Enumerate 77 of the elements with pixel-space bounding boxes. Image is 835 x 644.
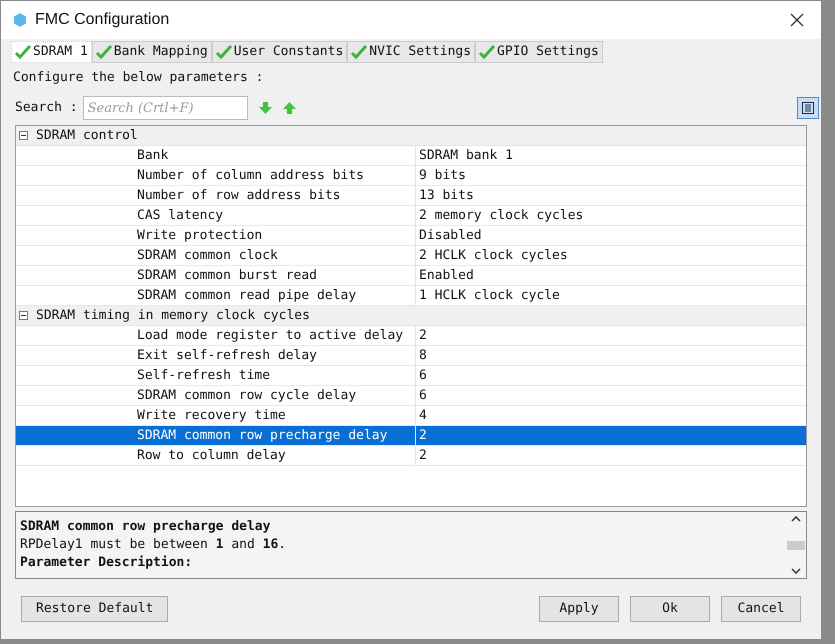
dialog-button[interactable]: Ok xyxy=(630,596,710,622)
scroll-up-icon[interactable] xyxy=(791,516,801,522)
group-row[interactable]: SDRAM control xyxy=(16,126,806,146)
tab[interactable]: GPIO Settings xyxy=(475,41,603,63)
window-title: FMC Configuration xyxy=(35,10,170,30)
check-icon xyxy=(216,45,232,59)
parameter-value: Disabled xyxy=(418,226,482,245)
parameter-name: CAS latency xyxy=(16,206,416,225)
scroll-thumb[interactable] xyxy=(787,540,805,550)
group-row[interactable]: SDRAM timing in memory clock cycles xyxy=(16,306,806,326)
search-label: Search : xyxy=(15,99,78,118)
search-field[interactable]: Search (Crtl+F) xyxy=(82,96,248,120)
list-icon xyxy=(802,102,814,114)
parameter-row[interactable]: SDRAM common burst read Enabled xyxy=(16,266,806,286)
parameter-row[interactable]: Load mode register to active delay 2 xyxy=(16,326,806,346)
parameter-row[interactable]: Bank SDRAM bank 1 xyxy=(16,146,806,166)
description-heading: Parameter Description: xyxy=(20,554,194,572)
parameter-value: 9 bits xyxy=(418,166,466,185)
parameter-value: 1 HCLK clock cycle xyxy=(418,286,560,305)
parameter-name: SDRAM common clock xyxy=(16,246,416,265)
tab[interactable]: Bank Mapping xyxy=(92,41,212,63)
parameter-name: Number of row address bits xyxy=(16,186,416,205)
parameter-name: SDRAM common burst read xyxy=(16,266,416,285)
parameter-row[interactable]: Number of column address bits 9 bits xyxy=(16,166,806,186)
tab[interactable]: User Constants xyxy=(212,41,348,63)
parameter-value: 8 xyxy=(418,346,427,365)
parameter-name: Exit self-refresh delay xyxy=(16,346,416,365)
parameter-row[interactable]: CAS latency 2 memory clock cycles xyxy=(16,206,806,226)
list-view-button[interactable] xyxy=(797,97,819,119)
parameter-name: Row to column delay xyxy=(16,446,416,465)
parameter-value: 2 xyxy=(418,446,427,465)
parameter-row[interactable]: Write protection Disabled xyxy=(16,226,806,246)
check-icon xyxy=(351,45,368,59)
close-icon xyxy=(790,13,804,27)
parameter-row[interactable]: Number of row address bits 13 bits xyxy=(16,186,806,206)
parameter-value: 6 xyxy=(418,366,427,385)
parameter-value: 2 xyxy=(418,426,427,445)
parameter-name: Self-refresh time xyxy=(16,366,416,385)
parameter-name: Bank xyxy=(16,146,416,165)
parameter-name: SDRAM common read pipe delay xyxy=(16,286,416,305)
parameter-value: 2 xyxy=(418,326,427,345)
dialog-button[interactable]: Cancel xyxy=(721,596,801,622)
collapse-icon[interactable] xyxy=(19,131,28,140)
description-title: SDRAM common row precharge delay xyxy=(20,518,272,536)
parameter-value: 6 xyxy=(418,386,427,405)
parameter-row[interactable]: Row to column delay 2 xyxy=(16,446,806,466)
parameter-row[interactable]: SDRAM common row precharge delay 2 xyxy=(16,426,806,446)
check-icon xyxy=(96,45,112,59)
check-icon xyxy=(15,45,31,59)
app-icon xyxy=(13,13,27,27)
parameter-row[interactable]: Self-refresh time 6 xyxy=(16,366,806,386)
parameter-value: 4 xyxy=(418,406,427,425)
parameter-name: SDRAM common row precharge delay xyxy=(16,426,416,445)
collapse-icon[interactable] xyxy=(19,311,28,320)
group-label: SDRAM control xyxy=(36,126,138,145)
dialog-button[interactable]: Apply xyxy=(539,596,619,622)
parameter-name: Load mode register to active delay xyxy=(16,326,416,345)
parameter-value: 2 memory clock cycles xyxy=(418,206,584,225)
parameter-name: Write protection xyxy=(16,226,416,245)
description-text: RPDelay1 must be between 1 and 16. xyxy=(20,536,288,554)
parameter-value: 13 bits xyxy=(418,186,474,205)
parameter-name: SDRAM common row cycle delay xyxy=(16,386,416,405)
parameter-value: 2 HCLK clock cycles xyxy=(418,246,568,265)
tab[interactable]: SDRAM 1 xyxy=(11,41,92,63)
group-label: SDRAM timing in memory clock cycles xyxy=(36,306,310,325)
check-icon xyxy=(479,45,496,59)
instruction-text: Configure the below parameters : xyxy=(12,69,264,87)
parameter-row[interactable]: Exit self-refresh delay 8 xyxy=(16,346,806,366)
restore-default-button[interactable]: Restore Default xyxy=(21,596,168,622)
parameter-value: Enabled xyxy=(418,266,474,285)
scroll-down-icon[interactable] xyxy=(791,568,801,574)
parameter-row[interactable]: SDRAM common clock 2 HCLK clock cycles xyxy=(16,246,806,266)
parameter-value: SDRAM bank 1 xyxy=(418,146,513,165)
parameter-name: Write recovery time xyxy=(16,406,416,425)
parameter-name: Number of column address bits xyxy=(16,166,416,185)
parameter-row[interactable]: SDRAM common row cycle delay 6 xyxy=(16,386,806,406)
tab[interactable]: NVIC Settings xyxy=(347,41,476,63)
